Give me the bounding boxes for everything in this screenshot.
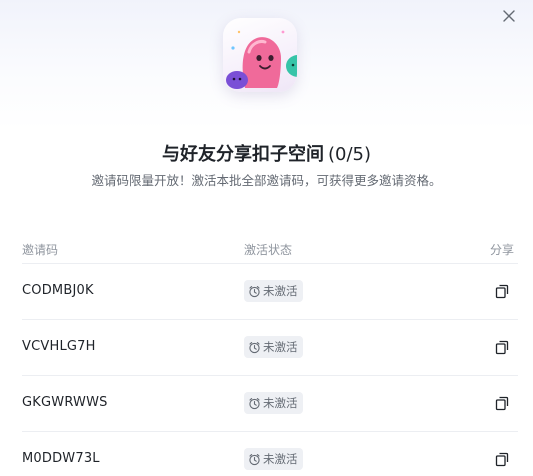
copy-icon xyxy=(495,340,509,355)
status-text: 未激活 xyxy=(263,396,298,410)
invite-code: CODMBJ0K xyxy=(22,283,94,298)
invite-code: VCVHLG7H xyxy=(22,339,96,354)
mascot-illustration xyxy=(223,18,297,92)
clock-icon xyxy=(249,397,260,409)
status-badge: 未激活 xyxy=(244,280,303,302)
invite-count: (0/5) xyxy=(327,144,371,165)
invite-dialog: 与好友分享扣子空间 (0/5) 邀请码限量开放！激活本批全部邀请码，可获得更多邀请… xyxy=(0,0,533,476)
table-row: VCVHLG7H 未激活 xyxy=(22,320,518,376)
header-status: 激活状态 xyxy=(244,243,293,257)
status-badge: 未激活 xyxy=(244,392,303,414)
clock-icon xyxy=(249,285,260,297)
clock-icon xyxy=(249,341,260,353)
table-header: 邀请码 激活状态 分享 xyxy=(22,241,518,264)
dialog-title: 与好友分享扣子空间 (0/5) xyxy=(0,144,533,166)
copy-button[interactable] xyxy=(494,339,510,355)
table-row: CODMBJ0K 未激活 xyxy=(22,264,518,320)
dialog-subtitle: 邀请码限量开放！激活本批全部邀请码，可获得更多邀请资格。 xyxy=(91,173,442,188)
invite-code: M0DDW73L xyxy=(22,451,100,466)
dialog-title-text: 与好友分享扣子空间 xyxy=(161,144,324,165)
header-code: 邀请码 xyxy=(22,243,59,257)
copy-button[interactable] xyxy=(494,395,510,411)
invite-code: GKGWRWWS xyxy=(22,395,108,410)
copy-icon xyxy=(495,284,509,299)
copy-icon xyxy=(495,452,509,467)
header-share: 分享 xyxy=(489,243,514,257)
status-text: 未激活 xyxy=(263,284,298,298)
close-icon xyxy=(503,10,515,22)
status-text: 未激活 xyxy=(263,340,298,354)
copy-button[interactable] xyxy=(494,283,510,299)
clock-icon xyxy=(249,453,260,465)
table-row: M0DDW73L 未激活 xyxy=(22,432,518,476)
close-button[interactable] xyxy=(499,6,519,26)
status-badge: 未激活 xyxy=(244,336,303,358)
copy-icon xyxy=(495,396,509,411)
status-text: 未激活 xyxy=(263,452,298,466)
status-badge: 未激活 xyxy=(244,448,303,470)
table-row: GKGWRWWS 未激活 xyxy=(22,376,518,432)
copy-button[interactable] xyxy=(494,451,510,467)
